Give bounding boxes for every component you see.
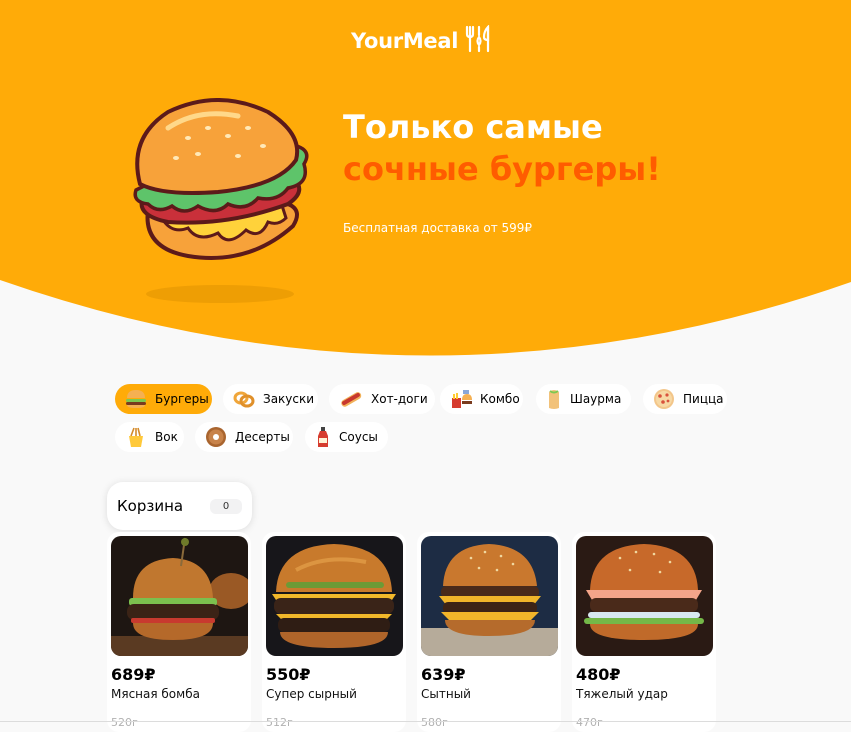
- product-name: Супер сырный: [266, 687, 357, 701]
- category-hotdogs[interactable]: Хот-доги: [329, 384, 435, 414]
- product-price: 480₽: [576, 665, 621, 684]
- product-image: [266, 536, 403, 656]
- product-weight: 470г: [576, 716, 603, 729]
- shawarma-icon: [546, 387, 562, 411]
- hero-title-line1: Только самые: [343, 108, 603, 146]
- cart-title: Корзина: [117, 497, 184, 515]
- hero-title: Только самые сочные бургеры!: [343, 106, 661, 190]
- category-label: Соусы: [339, 430, 378, 444]
- pizza-icon: [653, 387, 675, 411]
- category-sauces[interactable]: Соусы: [305, 422, 388, 452]
- category-label: Шаурма: [570, 392, 622, 406]
- product-weight: 512г: [266, 716, 293, 729]
- onion-rings-icon: [233, 387, 255, 411]
- delivery-note: Бесплатная доставка от 599₽: [343, 221, 533, 235]
- category-desserts[interactable]: Десерты: [195, 422, 293, 452]
- product-card[interactable]: 480₽ Тяжелый удар 470г: [572, 532, 716, 732]
- category-label: Пицца: [683, 392, 724, 406]
- product-weight: 520г: [111, 716, 138, 729]
- category-shawarma[interactable]: Шаурма: [536, 384, 631, 414]
- donut-icon: [205, 425, 227, 449]
- product-card[interactable]: 639₽ Сытный 580г: [417, 532, 561, 732]
- sauce-icon: [315, 425, 331, 449]
- category-label: Закуски: [263, 392, 315, 406]
- product-card[interactable]: 689₽ Мясная бомба 520г: [107, 532, 251, 732]
- category-label: Бургеры: [155, 392, 209, 406]
- cart-panel[interactable]: Корзина 0: [107, 482, 252, 530]
- product-price: 689₽: [111, 665, 156, 684]
- product-price: 550₽: [266, 665, 311, 684]
- burger-icon: [125, 387, 147, 411]
- category-combo[interactable]: Комбо: [440, 384, 523, 414]
- product-image: [111, 536, 248, 656]
- cutlery-icon: [464, 24, 494, 57]
- product-name: Сытный: [421, 687, 471, 701]
- cart-count-badge: 0: [210, 498, 242, 514]
- product-name: Мясная бомба: [111, 687, 200, 701]
- category-label: Комбо: [480, 392, 520, 406]
- product-name: Тяжелый удар: [576, 687, 668, 701]
- category-snacks[interactable]: Закуски: [223, 384, 318, 414]
- scroll-divider: [0, 721, 851, 722]
- product-price: 639₽: [421, 665, 466, 684]
- product-image: [576, 536, 713, 656]
- category-label: Хот-доги: [371, 392, 428, 406]
- product-weight: 580г: [421, 716, 448, 729]
- hero-title-accent: сочные бургеры!: [343, 150, 661, 188]
- logo[interactable]: YourMeal: [351, 24, 494, 58]
- category-label: Вок: [155, 430, 178, 444]
- combo-icon: [450, 387, 472, 411]
- category-wok[interactable]: Вок: [115, 422, 184, 452]
- wok-icon: [125, 425, 147, 449]
- product-card[interactable]: 550₽ Супер сырный 512г: [262, 532, 406, 732]
- category-pizza[interactable]: Пицца: [643, 384, 727, 414]
- logo-text: YourMeal: [351, 29, 459, 53]
- category-label: Десерты: [235, 430, 290, 444]
- product-image: [421, 536, 558, 656]
- category-burgers[interactable]: Бургеры: [115, 384, 212, 414]
- burger-illustration: [128, 98, 313, 310]
- hotdog-icon: [339, 387, 363, 411]
